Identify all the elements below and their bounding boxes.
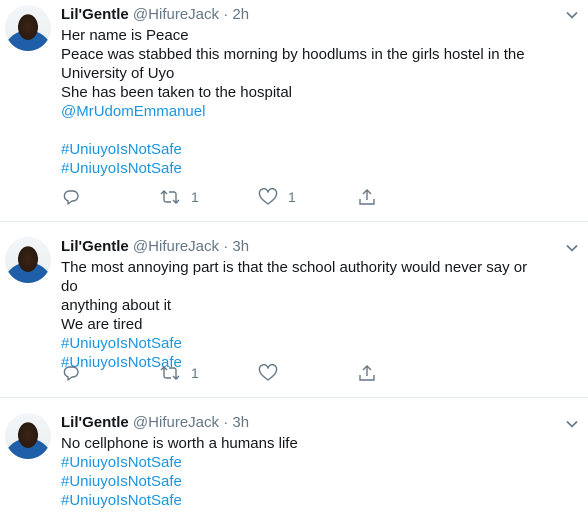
retweet-button[interactable]: 1 — [159, 187, 199, 207]
tweet-text: The most annoying part is that the schoo… — [61, 258, 541, 372]
timestamp[interactable]: 3h — [232, 414, 249, 431]
separator-dot: · — [223, 414, 229, 431]
share-button[interactable] — [358, 187, 376, 207]
retweet-button[interactable]: 1 — [159, 363, 199, 383]
avatar[interactable] — [5, 5, 51, 51]
tweet-text: Her name is Peace Peace was stabbed this… — [61, 26, 541, 178]
hashtag-link[interactable]: #UniuyoIsNotSafe — [61, 334, 541, 353]
like-button[interactable]: 1 — [258, 187, 296, 207]
share-icon — [359, 189, 375, 205]
retweet-count: 1 — [191, 189, 199, 205]
share-icon — [359, 365, 375, 381]
timestamp[interactable]: 3h — [232, 238, 249, 255]
heart-icon — [258, 364, 278, 381]
tweet-text: No cellphone is worth a humans life #Uni… — [61, 434, 541, 510]
hashtag-link[interactable]: #UniuyoIsNotSafe — [61, 491, 541, 510]
text-line: The most annoying part is that the schoo… — [61, 259, 528, 295]
separator-dot: · — [223, 6, 229, 23]
display-name[interactable]: Lil'Gentle — [61, 414, 129, 431]
chevron-down-icon[interactable] — [566, 419, 578, 429]
reply-button[interactable] — [62, 363, 80, 383]
hashtag-link[interactable]: #UniuyoIsNotSafe — [61, 159, 541, 178]
text-line: Peace was stabbed this morning by hoodlu… — [61, 46, 525, 63]
text-line: She has been taken to the hospital — [61, 84, 293, 101]
reply-icon — [63, 366, 79, 381]
tweet-header: Lil'Gentle @HifureJack · 3h — [61, 413, 249, 433]
heart-icon — [258, 188, 278, 205]
hashtag-link[interactable]: #UniuyoIsNotSafe — [61, 453, 541, 472]
share-button[interactable] — [358, 363, 376, 383]
like-button[interactable] — [258, 363, 278, 383]
tweet-header: Lil'Gentle @HifureJack · 2h — [61, 5, 249, 25]
like-count: 1 — [288, 189, 296, 205]
retweet-icon — [160, 190, 180, 204]
action-bar: 1 1 — [61, 187, 391, 207]
text-line: We are tired — [61, 316, 143, 333]
avatar[interactable] — [5, 413, 51, 459]
user-handle[interactable]: @HifureJack — [133, 238, 219, 255]
tweet[interactable]: Lil'Gentle @HifureJack · 3h No cellphone… — [0, 398, 588, 515]
user-handle[interactable]: @HifureJack — [133, 6, 219, 23]
tweet[interactable]: Lil'Gentle @HifureJack · 2h Her name is … — [0, 0, 588, 222]
retweet-count: 1 — [191, 365, 199, 381]
text-line: No cellphone is worth a humans life — [61, 435, 298, 452]
avatar[interactable] — [5, 237, 51, 283]
mention-link[interactable]: @MrUdomEmmanuel — [61, 102, 541, 121]
separator-dot: · — [223, 238, 229, 255]
text-line: Her name is Peace — [61, 27, 189, 44]
hashtag-link[interactable]: #UniuyoIsNotSafe — [61, 472, 541, 491]
chevron-down-icon[interactable] — [566, 243, 578, 253]
tweet[interactable]: Lil'Gentle @HifureJack · 3h The most ann… — [0, 222, 588, 398]
text-line: University of Uyo — [61, 65, 175, 82]
action-bar: 1 — [61, 363, 391, 383]
display-name[interactable]: Lil'Gentle — [61, 238, 129, 255]
tweet-header: Lil'Gentle @HifureJack · 3h — [61, 237, 249, 257]
timestamp[interactable]: 2h — [232, 6, 249, 23]
text-line: anything about it — [61, 297, 172, 314]
reply-icon — [63, 190, 79, 205]
display-name[interactable]: Lil'Gentle — [61, 6, 129, 23]
retweet-icon — [160, 366, 180, 380]
reply-button[interactable] — [62, 187, 80, 207]
chevron-down-icon[interactable] — [566, 10, 578, 20]
user-handle[interactable]: @HifureJack — [133, 414, 219, 431]
hashtag-link[interactable]: #UniuyoIsNotSafe — [61, 140, 541, 159]
